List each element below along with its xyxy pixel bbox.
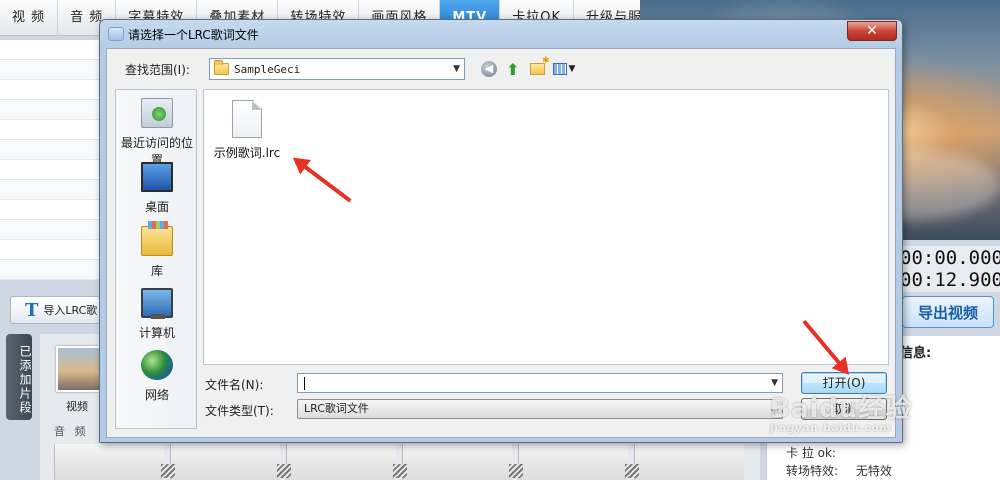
import-lrc-label: 导入LRC歌 <box>43 304 98 317</box>
info-title: 信息: <box>900 346 932 361</box>
chevron-down-icon[interactable]: ▼ <box>453 64 460 74</box>
place-computer[interactable]: 计算机 <box>116 288 198 341</box>
total-timecode: 00:12.900 <box>900 268 1000 292</box>
import-lrc-button[interactable]: T 导入LRC歌 <box>10 296 100 324</box>
clip-label: 视频 <box>66 400 88 413</box>
navigation-toolbar: ◀ ⬆ ▼ <box>479 56 581 79</box>
timeline-slot[interactable] <box>509 444 628 480</box>
watermark: Baidu经验 jingyan.baidu.com <box>770 388 940 448</box>
place-network[interactable]: 网络 <box>116 350 198 403</box>
file-name-input[interactable]: ▼ <box>297 373 783 393</box>
file-list[interactable]: 示例歌词.lrc <box>203 89 889 365</box>
view-menu-icon <box>552 63 567 75</box>
current-timecode: 00:00.000 <box>900 246 1000 270</box>
drag-grip-icon[interactable] <box>277 464 291 478</box>
place-desktop[interactable]: 桌面 <box>116 162 198 215</box>
folder-icon <box>214 60 229 75</box>
look-in-value: SampleGeci <box>234 62 301 76</box>
file-type-value: LRC歌词文件 <box>304 402 369 415</box>
text-icon: T <box>25 299 39 321</box>
place-label: 库 <box>150 264 163 278</box>
text-caret <box>304 377 305 390</box>
file-name-label: 文件名(N): <box>205 378 264 392</box>
subtitle-list <box>0 40 100 290</box>
timeline-slot[interactable] <box>625 444 744 480</box>
chevron-down-icon: ▼ <box>568 64 576 74</box>
dialog-title: 请选择一个LRC歌词文件 <box>128 28 259 42</box>
info-row-value: 无特效 <box>855 464 892 478</box>
look-in-dropdown[interactable]: SampleGeci ▼ <box>209 58 465 80</box>
new-folder-icon <box>529 56 549 75</box>
view-menu-button[interactable]: ▼ <box>551 59 577 79</box>
up-arrow-icon: ⬆ <box>506 59 520 79</box>
dialog-titlebar[interactable]: 请选择一个LRC歌词文件 ✕ <box>100 20 902 48</box>
library-icon <box>141 221 173 256</box>
file-item[interactable]: 示例歌词.lrc <box>208 100 286 161</box>
places-bar: 最近访问的位置 桌面 库 计算机 网络 <box>115 89 197 429</box>
back-button[interactable]: ◀ <box>479 59 499 79</box>
drag-grip-icon[interactable] <box>393 464 407 478</box>
up-folder-button[interactable]: ⬆ <box>503 59 523 79</box>
desktop-icon <box>141 162 173 192</box>
file-name: 示例歌词.lrc <box>213 146 281 160</box>
watermark-logo: Baidu经验 <box>770 394 913 424</box>
drag-grip-icon[interactable] <box>161 464 175 478</box>
network-icon <box>141 350 173 380</box>
back-arrow-icon: ◀ <box>481 61 497 77</box>
info-row-transition: 转场特效: 无特效 <box>786 462 892 479</box>
open-lrc-dialog: 请选择一个LRC歌词文件 ✕ 查找范围(I): SampleGeci ▼ ◀ ⬆… <box>99 19 903 443</box>
place-label: 计算机 <box>138 326 175 340</box>
place-library[interactable]: 库 <box>116 221 198 279</box>
export-video-button[interactable]: 导出视频 <box>902 296 994 328</box>
place-recent[interactable]: 最近访问的位置 <box>116 98 198 168</box>
timeline-slot[interactable] <box>54 444 164 480</box>
timeline-slot[interactable] <box>277 444 396 480</box>
timeline-slot[interactable] <box>393 444 512 480</box>
timeline-slot[interactable] <box>161 444 280 480</box>
audio-track-label: 音 频 <box>54 425 89 438</box>
chevron-down-icon[interactable]: ▼ <box>771 378 778 388</box>
drag-grip-icon[interactable] <box>509 464 523 478</box>
info-row-label: 卡 拉 ok: <box>786 446 836 460</box>
place-label: 桌面 <box>144 200 169 214</box>
clip-thumbnail[interactable] <box>56 346 102 392</box>
recent-places-icon <box>141 98 173 128</box>
added-clips-tab[interactable]: 已添加片段 <box>6 334 32 420</box>
drag-grip-icon[interactable] <box>625 464 639 478</box>
close-button[interactable]: ✕ <box>847 21 897 41</box>
lrc-file-icon <box>232 100 262 138</box>
computer-icon <box>141 288 173 319</box>
file-type-select[interactable]: LRC歌词文件 ▼ <box>297 399 783 419</box>
info-row-label: 转场特效: <box>786 464 839 478</box>
look-in-label: 查找范围(I): <box>125 63 190 77</box>
dialog-app-icon <box>108 27 124 41</box>
place-label: 网络 <box>144 388 169 402</box>
tab-video[interactable]: 视 频 <box>0 0 59 36</box>
file-type-label: 文件类型(T): <box>205 404 274 418</box>
dialog-body: 查找范围(I): SampleGeci ▼ ◀ ⬆ ▼ 最近访问的位置 桌面 库 <box>106 48 896 438</box>
watermark-url: jingyan.baidu.com <box>770 423 891 434</box>
new-folder-button[interactable] <box>527 56 549 79</box>
